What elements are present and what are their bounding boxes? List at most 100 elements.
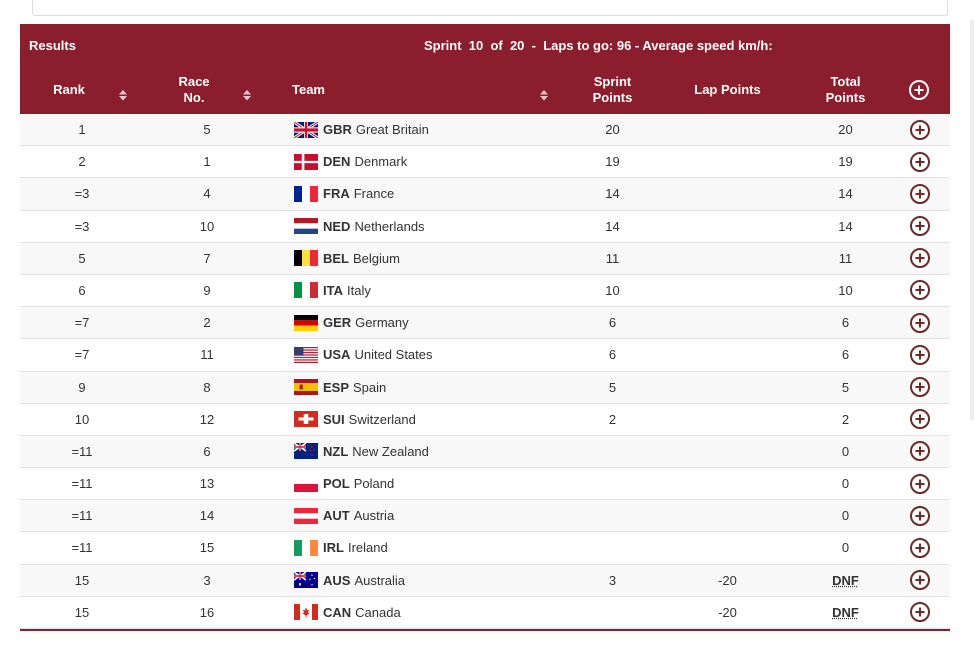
- total-points-value: 20: [838, 122, 853, 137]
- flag-icon: [294, 411, 318, 428]
- header-info-bar: Results Sprint 10 of 20 - Laps to go: 96…: [20, 24, 950, 66]
- noc-code: FRA: [323, 186, 350, 202]
- race-no-cell: 10: [199, 218, 215, 234]
- team-cell: IRL Ireland: [294, 532, 554, 563]
- rank-cell: 1: [78, 122, 86, 137]
- table-row: 15 3 AUS Australia 3 -20 DNF: [20, 564, 950, 597]
- table-row: 9 8 ESP Spain 5 5: [20, 371, 950, 404]
- total-points-cell: 5: [798, 372, 893, 403]
- lap-points-cell: [680, 146, 775, 177]
- total-points-cell: 6: [798, 339, 893, 370]
- table-row: 6 9 ITA Italy 10 10: [20, 275, 950, 308]
- lap-points-header: Lap Points: [680, 66, 775, 114]
- team-cell: FRA France: [294, 178, 554, 209]
- rank-cell: 2: [78, 154, 86, 170]
- rank-sort-icon[interactable]: [117, 88, 129, 102]
- total-points-cell: 20: [798, 114, 893, 145]
- team-cell: AUS Australia: [294, 565, 554, 596]
- sprint-points-cell: [565, 468, 660, 499]
- team-cell: DEN Denmark: [294, 146, 554, 177]
- expand-row-plus-icon[interactable]: [907, 178, 933, 209]
- race-no-sort-icon[interactable]: [241, 88, 253, 102]
- scrollbar[interactable]: [970, 20, 974, 420]
- table-row: 15 16 CAN Canada -20 DNF: [20, 597, 950, 629]
- flag-icon: [294, 121, 318, 138]
- total-points-cell: 2: [798, 404, 893, 435]
- expand-row-plus-icon[interactable]: [907, 146, 933, 177]
- country-name: Germany: [355, 315, 409, 331]
- race-no-cell: 8: [203, 379, 211, 395]
- team-cell: NZL New Zealand: [294, 436, 554, 467]
- table-row: =7 2 GER Germany 6 6: [20, 307, 950, 340]
- lap-points-cell: [680, 404, 775, 435]
- team-cell: BEL Belgium: [294, 243, 554, 274]
- results-label: Results: [29, 38, 76, 53]
- expand-row-plus-icon[interactable]: [907, 211, 933, 242]
- previous-panel-frame: [32, 0, 948, 16]
- table-row: =11 15 IRL Ireland 0: [20, 532, 950, 565]
- flag-icon: [294, 314, 318, 331]
- table-row: =11 14 AUT Austria 0: [20, 500, 950, 533]
- flag-icon: [294, 218, 318, 235]
- expand-row-plus-icon[interactable]: [907, 468, 933, 499]
- table-row: =3 4 FRA France 14 14: [20, 178, 950, 211]
- flag-icon: [294, 346, 318, 363]
- lap-points-cell: [680, 468, 775, 499]
- noc-code: GBR: [323, 122, 352, 137]
- expand-row-plus-icon[interactable]: [907, 243, 933, 274]
- team-cell: POL Poland: [294, 468, 554, 499]
- sprint-points-cell: 11: [605, 250, 620, 266]
- total-points-cell: 14: [798, 178, 893, 209]
- noc-code: NZL: [323, 443, 349, 459]
- sprint-info: Sprint 10 of 20 - Laps to go: 96 - Avera…: [424, 38, 773, 53]
- flag-icon: [294, 475, 318, 492]
- race-no-cell: 4: [203, 186, 211, 202]
- expand-row-plus-icon[interactable]: [907, 597, 933, 628]
- sprint-points-cell: 2: [608, 411, 617, 427]
- noc-code: ITA: [323, 282, 343, 298]
- race-no-cell: 16: [199, 604, 215, 620]
- noc-code: NED: [323, 218, 351, 234]
- rank-header-label: Rank: [53, 82, 85, 97]
- noc-code: DEN: [323, 154, 351, 170]
- expand-row-plus-icon[interactable]: [907, 532, 933, 563]
- noc-code: SUI: [323, 411, 345, 427]
- flag-icon: [294, 539, 318, 556]
- rank-cell: 10: [74, 411, 90, 427]
- expand-row-plus-icon[interactable]: [907, 565, 933, 596]
- noc-code: USA: [323, 347, 351, 363]
- country-name: Netherlands: [354, 218, 425, 234]
- rank-cell: =3: [74, 218, 90, 234]
- expand-row-plus-icon[interactable]: [907, 114, 933, 145]
- country-name: Poland: [353, 476, 395, 492]
- rank-cell: =7: [74, 347, 90, 363]
- race-no-cell: 9: [203, 282, 211, 298]
- expand-row-plus-icon[interactable]: [907, 372, 933, 403]
- expand-all-plus-icon[interactable]: [907, 78, 931, 105]
- total-points-value: 0: [841, 443, 850, 459]
- team-header[interactable]: Team: [292, 66, 372, 114]
- sprint-points-cell: 20: [605, 122, 620, 137]
- expand-row-plus-icon[interactable]: [907, 404, 933, 435]
- country-name: New Zealand: [352, 443, 429, 459]
- table-row: =11 6 NZL New Zealand 0: [20, 435, 950, 469]
- country-name: Ireland: [347, 540, 388, 556]
- expand-row-plus-icon[interactable]: [907, 307, 933, 338]
- table-row: =3 10 NED Netherlands 14 14: [20, 211, 950, 243]
- total-points-value: DNF: [832, 604, 859, 620]
- team-cell: CAN Canada: [294, 597, 554, 628]
- noc-code: AUS: [323, 572, 351, 588]
- lap-points-cell: [680, 436, 775, 467]
- total-points-value: 2: [841, 411, 850, 427]
- lap-points-cell: [680, 211, 775, 242]
- race-no-header[interactable]: Race No.: [160, 66, 228, 114]
- expand-row-plus-icon[interactable]: [907, 275, 933, 306]
- total-points-cell: 0: [798, 436, 893, 467]
- table-body: 1 5 GBR Great Britain 20 20 2 1 DEN Denmark 19 19 =3…: [20, 114, 950, 629]
- team-sort-icon[interactable]: [538, 88, 550, 102]
- expand-row-plus-icon[interactable]: [907, 500, 933, 531]
- rank-header[interactable]: Rank: [20, 66, 118, 114]
- expand-row-plus-icon[interactable]: [907, 436, 933, 467]
- expand-row-plus-icon[interactable]: [907, 339, 933, 370]
- flag-icon: [294, 153, 318, 170]
